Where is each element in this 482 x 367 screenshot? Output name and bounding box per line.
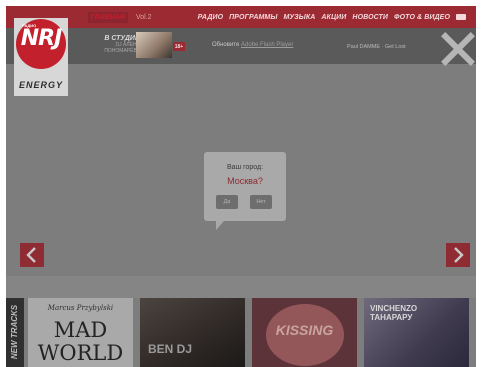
player-bar: В СТУДИИ DJ АЛЁНА ПОНОМАРЁВА 18+ Обновит…: [6, 28, 476, 64]
cover-title-line1: VINCHENZO: [370, 304, 418, 313]
dialog-city-name: Москва?: [227, 176, 263, 186]
flash-player-link[interactable]: Adobe Flash Player: [241, 42, 293, 48]
cover-title: KISSING: [275, 322, 334, 338]
dialog-question: Ваш город:: [226, 164, 264, 171]
nav-item-news[interactable]: НОВОСТИ: [352, 14, 388, 21]
reject-city-button[interactable]: Нет: [250, 195, 272, 209]
nav-item-radio[interactable]: РАДИО: [198, 14, 224, 21]
top-navigation-bar: ГЛАВНАЯ Vol.2 РАДИО ПРОГРАММЫ МУЗЫКА АКЦ…: [6, 6, 476, 28]
track-cover-kissing[interactable]: KISSING: [252, 298, 357, 367]
on-air-title: В СТУДИИ: [104, 35, 140, 42]
host-name-line2: ПОНОМАРЁВА: [104, 48, 140, 54]
nav-item-music[interactable]: МУЗЫКА: [283, 14, 315, 21]
cover-logo-text: BEN DJ: [148, 342, 193, 356]
flash-update-text: Обновите: [212, 42, 240, 48]
cover-title-line2: ТАНАРАРУ: [370, 313, 413, 322]
nav-item-photo-video[interactable]: ФОТО & ВИДЕО: [394, 14, 450, 21]
nrj-logo[interactable]: РАДИО NRJ ENERGY: [14, 18, 68, 96]
track-cover-mad-world[interactable]: Marcus Przybylski MAD WORLD: [28, 298, 133, 367]
new-tracks-text: NEW TRACKS: [10, 304, 19, 360]
new-tracks-label: NEW TRACKS: [6, 298, 24, 367]
station-tab-vol2[interactable]: Vol.2: [136, 14, 152, 21]
cover-artist: Marcus Przybylski: [47, 304, 114, 312]
cover-title-line1: MAD: [53, 318, 108, 342]
on-air-info: В СТУДИИ DJ АЛЁНА ПОНОМАРЁВА: [92, 35, 140, 54]
content-divider-strip: [6, 276, 476, 298]
track-cover-vinchenzo[interactable]: VINCHENZO ТАНАРАРУ: [364, 298, 469, 367]
now-playing-track: Paul DAMME · Get Lost: [347, 44, 406, 50]
city-confirm-dialog: Ваш город: Москва? Да Нет: [204, 152, 286, 230]
age-rating-badge: 18+: [173, 42, 185, 51]
slider-prev-button[interactable]: [20, 243, 44, 267]
main-menu: РАДИО ПРОГРАММЫ МУЗЫКА АКЦИИ НОВОСТИ ФОТ…: [198, 6, 466, 28]
chat-icon[interactable]: [456, 14, 466, 20]
nav-item-programs[interactable]: ПРОГРАММЫ: [229, 14, 277, 21]
close-overlay-icon[interactable]: [440, 31, 476, 66]
track-cover-ben-dj[interactable]: BEN DJ: [140, 298, 245, 367]
logo-wordmark: NRJ: [20, 26, 63, 51]
cover-title-line2: WORLD: [37, 341, 124, 365]
station-switcher: ГЛАВНАЯ Vol.2: [88, 6, 152, 28]
flash-update-notice: Обновите Adobe Flash Player: [212, 42, 293, 48]
page-frame: ГЛАВНАЯ Vol.2 РАДИО ПРОГРАММЫ МУЗЫКА АКЦ…: [6, 6, 476, 367]
host-photo[interactable]: [136, 32, 172, 58]
confirm-city-button[interactable]: Да: [216, 195, 238, 209]
chevron-right-icon: [454, 247, 464, 263]
chevron-left-icon: [26, 247, 36, 263]
station-tab-main[interactable]: ГЛАВНАЯ: [88, 11, 128, 23]
slider-next-button[interactable]: [446, 243, 470, 267]
nav-item-promos[interactable]: АКЦИИ: [321, 14, 346, 21]
logo-subtitle: ENERGY: [18, 80, 63, 90]
